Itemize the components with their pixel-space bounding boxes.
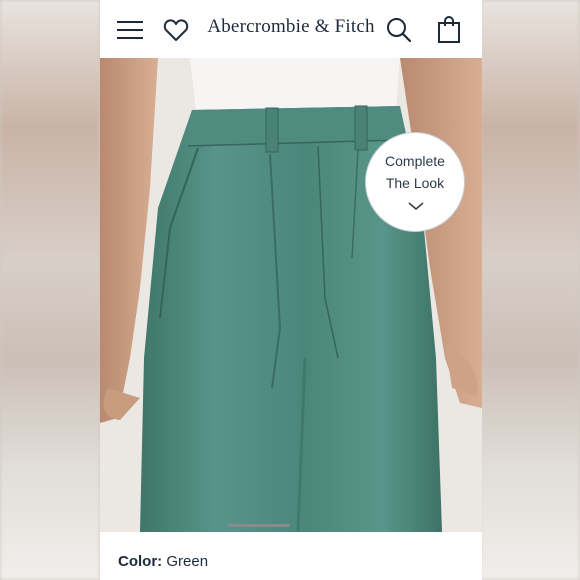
shopping-bag-button[interactable] (433, 14, 465, 46)
complete-the-look-button[interactable]: Complete The Look (365, 132, 465, 232)
background-blur-left (0, 0, 100, 580)
top-navigation-bar: Abercrombie & Fitch (100, 0, 482, 58)
app-screen: Abercrombie & Fitch Complete The Look Co… (100, 0, 482, 580)
complete-the-look-label-line2: The Look (385, 175, 445, 191)
wishlist-button[interactable] (160, 14, 192, 46)
complete-the-look-label-line1: Complete (385, 153, 445, 169)
heart-icon (163, 19, 189, 41)
product-photo-illustration (100, 58, 482, 532)
chevron-down-icon (408, 202, 424, 210)
background-blur-right (480, 0, 580, 580)
menu-button[interactable] (114, 14, 146, 46)
hamburger-menu-icon (117, 21, 143, 39)
color-selection-row: Color: Green (118, 553, 208, 570)
brand-logo[interactable]: Abercrombie & Fitch (207, 16, 374, 37)
search-button[interactable] (383, 14, 415, 46)
carousel-indicator (228, 524, 290, 527)
shopping-bag-icon (438, 16, 460, 43)
color-label: Color: (118, 553, 163, 570)
search-icon (387, 18, 412, 43)
product-image[interactable]: Complete The Look (100, 58, 482, 532)
color-value: Green (166, 553, 209, 570)
